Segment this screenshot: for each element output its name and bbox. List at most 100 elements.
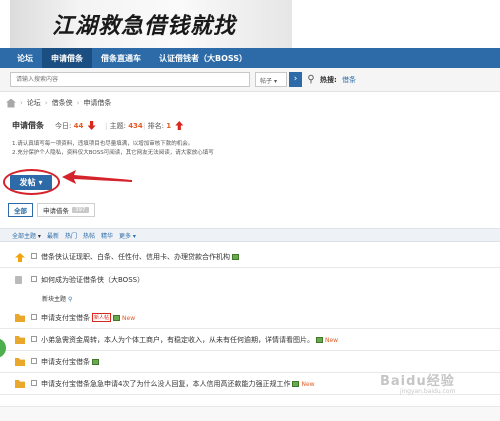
stat-rank: | 排名: 1 [143, 121, 184, 131]
search-type-select[interactable]: 帖子 ▾ [255, 72, 287, 87]
stat-topics-label: 主题: [109, 122, 126, 130]
thread-tabs: 全部 申请借条 397 [8, 203, 95, 217]
search-icon: ⚲ [67, 296, 73, 303]
stat-rank-value: 1 [166, 122, 172, 130]
forum-notice-2: 2.充分保护个人隐私，资料仅大BOSS可阅读，其它网友无法阅读，请大家放心填写 [12, 150, 214, 156]
breadcrumb-separator: › [76, 99, 80, 107]
filter-all-topics-label: 全部主题 [12, 232, 37, 240]
stat-divider: | [143, 122, 146, 130]
stat-topics: | 主题: 434 [105, 121, 143, 131]
search-icon[interactable]: ⚲ [304, 72, 318, 87]
page-title: 申请借条 [12, 121, 44, 130]
folder-icon [15, 314, 25, 322]
breadcrumb-section[interactable]: 借条侠 [52, 98, 73, 108]
nav-item-apply-loan[interactable]: 申请借条 [42, 48, 92, 68]
filter-hot-posts[interactable]: 热帖 [83, 231, 95, 240]
thread-title-text: 申请支付宝借条 [41, 314, 90, 322]
section-label: 新块主题 ⚲ [42, 294, 72, 303]
forum-notice-1: 1.请认真填写每一项资料，违填项目也尽量填满，以增加审核下款的机会。 [12, 141, 194, 147]
breadcrumb-forum[interactable]: 论坛 [27, 98, 41, 108]
filter-more[interactable]: 更多 ▾ [119, 231, 136, 240]
new-badge: New [301, 381, 315, 388]
nav-item-forum[interactable]: 论坛 [8, 48, 42, 68]
breadcrumb-separator: › [44, 99, 48, 107]
thread-title-text: 申请支付宝借条急急申请4次了为什么没人回复，本人信用高还款能力强正规工作 [41, 380, 291, 388]
watermark-url: jingyan.baidu.com [400, 388, 456, 395]
image-icon [92, 359, 99, 365]
folder-icon [15, 380, 25, 388]
thread-title-text: 小弟急需资金周转，本人为个体工商户，有稳定收入，从未有任何逾期，详情请看图片。 [41, 336, 314, 344]
thread-title[interactable]: 如何成为验证借条侠（大BOSS） [41, 275, 144, 285]
stat-today-value: 44 [73, 122, 84, 130]
thread-title-text: 借条侠认证现职、白条、任性付、信用卡、办理贷款合作机构 [41, 253, 230, 261]
row-checkbox[interactable] [31, 336, 37, 342]
search-type-label: 帖子 [260, 78, 273, 85]
image-icon [232, 254, 239, 260]
watermark: Baidu经验 [380, 374, 455, 389]
lock-icon [15, 276, 22, 284]
arrow-up-icon [175, 121, 184, 130]
search-bar: 帖子 ▾ › ⚲ 热搜: 借条 [0, 68, 500, 92]
banner-title: 江湖救急借钱就找 [52, 13, 237, 39]
filter-all-topics[interactable]: 全部主题 ▾ [12, 231, 41, 240]
filter-hot[interactable]: 热门 [65, 231, 77, 240]
row-checkbox[interactable] [31, 253, 37, 259]
thread-row[interactable]: 申请支付宝借条 新人帖 New [0, 307, 500, 329]
breadcrumb-separator: › [20, 99, 23, 107]
tab-apply-loan-label: 申请借条 [43, 207, 69, 215]
pinned-row[interactable]: 借条侠认证现职、白条、任性付、信用卡、办理贷款合作机构 [0, 246, 500, 268]
stat-rank-label: 排名: [147, 122, 164, 130]
filter-bar: 全部主题 ▾ 最新 热门 热帖 精华 更多 ▾ [0, 228, 500, 242]
tab-all-label: 全部 [14, 207, 27, 215]
filter-latest[interactable]: 最新 [47, 231, 59, 240]
pinned-row[interactable]: 如何成为验证借条侠（大BOSS） [0, 269, 500, 291]
hot-search-link[interactable]: 借条 [342, 75, 356, 85]
stat-divider: | [105, 122, 108, 130]
hot-search-label: 热搜: [320, 76, 337, 84]
site-banner: 江湖救急借钱就找 [0, 0, 500, 48]
row-checkbox[interactable] [31, 276, 37, 282]
chevron-down-icon: ▾ [273, 78, 277, 85]
new-badge: New [122, 315, 136, 322]
filter-featured[interactable]: 精华 [101, 231, 113, 240]
highlight-ellipse [3, 169, 60, 195]
partial-row [0, 406, 500, 421]
folder-icon [15, 336, 25, 344]
thread-title[interactable]: 申请支付宝借条 [41, 357, 99, 367]
stat-today-label: 今日: [55, 122, 72, 130]
annotation-arrow-icon [62, 170, 132, 184]
nav-item-verified-lenders[interactable]: 认证借钱者（大BOSS） [150, 48, 256, 68]
new-badge: New [325, 337, 339, 344]
stat-topics-value: 434 [128, 122, 143, 130]
thread-title-text: 申请支付宝借条 [41, 358, 90, 366]
row-checkbox[interactable] [31, 358, 37, 364]
breadcrumb-current[interactable]: 申请借条 [83, 98, 111, 108]
filter-more-label: 更多 [119, 232, 132, 240]
search-button[interactable]: › [289, 72, 302, 87]
row-checkbox[interactable] [31, 380, 37, 386]
search-input[interactable] [10, 72, 250, 87]
section-label-text: 新块主题 [42, 296, 67, 303]
thread-title[interactable]: 申请支付宝借条急急申请4次了为什么没人回复，本人信用高还款能力强正规工作 New [41, 379, 315, 389]
arrow-down-icon [87, 121, 96, 130]
tab-apply-loan[interactable]: 申请借条 397 [37, 203, 95, 217]
thread-title[interactable]: 借条侠认证现职、白条、任性付、信用卡、办理贷款合作机构 [41, 252, 239, 262]
folder-icon [15, 358, 25, 366]
breadcrumb: › 论坛 › 借条侠 › 申请借条 [6, 98, 111, 108]
stat-today: 今日: 44 [55, 121, 96, 131]
thread-title[interactable]: 小弟急需资金周转，本人为个体工商户，有稳定收入，从未有任何逾期，详情请看图片。 N… [41, 335, 338, 345]
arrow-right-icon: › [293, 74, 298, 84]
row-checkbox[interactable] [31, 314, 37, 320]
main-nav: 论坛 申请借条 借条直通车 认证借钱者（大BOSS） [0, 48, 500, 68]
image-icon [316, 337, 323, 343]
image-icon [113, 315, 121, 321]
tab-count-badge: 397 [72, 207, 89, 213]
announcement-icon [15, 253, 25, 262]
newbie-badge: 新人帖 [92, 313, 112, 322]
thread-row[interactable]: 小弟急需资金周转，本人为个体工商户，有稳定收入，从未有任何逾期，详情请看图片。 N… [0, 329, 500, 351]
thread-title[interactable]: 申请支付宝借条 新人帖 New [41, 313, 135, 323]
tab-all[interactable]: 全部 [8, 203, 33, 217]
nav-item-loan-express[interactable]: 借条直通车 [92, 48, 150, 68]
home-icon[interactable] [6, 98, 16, 108]
image-icon [292, 381, 300, 387]
